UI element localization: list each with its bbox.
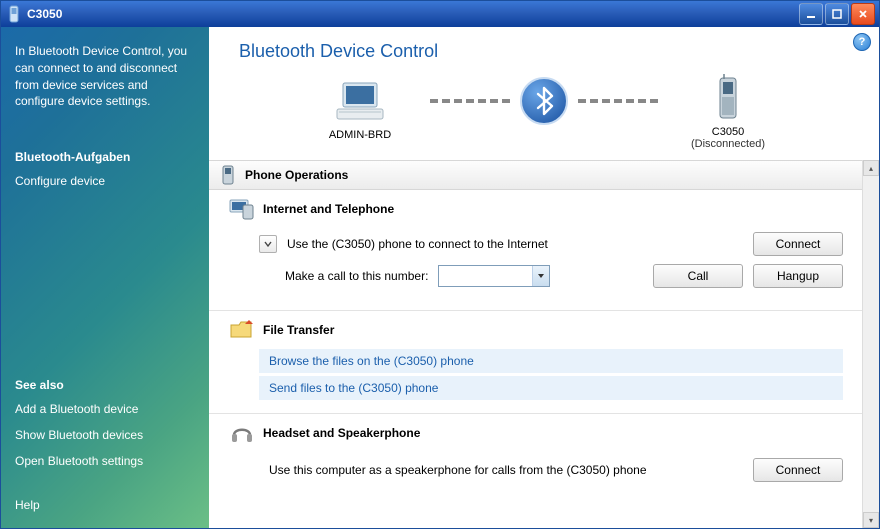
mobile-phone-icon xyxy=(715,72,741,122)
window-controls xyxy=(799,3,875,25)
bluetooth-icon xyxy=(520,77,568,125)
open-bluetooth-settings-link[interactable]: Open Bluetooth settings xyxy=(15,454,195,468)
phone-device: C3050 (Disconnected) xyxy=(668,72,788,150)
computer-device: ADMIN-BRD xyxy=(300,81,420,141)
connect-internet-button[interactable]: Connect xyxy=(753,232,843,256)
computer-icon xyxy=(333,81,387,125)
use-phone-internet-text: Use the (C3050) phone to connect to the … xyxy=(287,237,548,251)
sidebar-description: In Bluetooth Device Control, you can con… xyxy=(15,43,195,110)
computer-phone-icon xyxy=(229,196,255,222)
phone-operations-title: Phone Operations xyxy=(245,168,348,182)
sidebar: In Bluetooth Device Control, you can con… xyxy=(1,27,209,528)
app-window: C3050 In Bluetooth Device Control, you c… xyxy=(0,0,880,529)
close-button[interactable] xyxy=(851,3,875,25)
computer-label: ADMIN-BRD xyxy=(329,129,391,141)
connection-line-right xyxy=(578,99,658,103)
main-content: ? Bluetooth Device Control ADMIN-BRD xyxy=(209,27,879,528)
help-icon[interactable]: ? xyxy=(853,33,871,51)
headset-section: Headset and Speakerphone Use this comput… xyxy=(209,413,863,494)
phone-operations-header: Phone Operations xyxy=(209,160,863,190)
show-bluetooth-devices-link[interactable]: Show Bluetooth devices xyxy=(15,428,195,442)
headset-title: Headset and Speakerphone xyxy=(263,426,420,440)
device-status: (Disconnected) xyxy=(691,138,765,150)
phone-icon xyxy=(7,4,21,24)
send-files-link[interactable]: Send files to the (C3050) phone xyxy=(259,376,843,400)
headset-icon xyxy=(229,420,255,446)
internet-telephone-title: Internet and Telephone xyxy=(263,202,394,216)
phone-number-combo[interactable] xyxy=(438,265,550,287)
seealso-heading: See also xyxy=(15,378,195,392)
titlebar: C3050 xyxy=(1,1,879,27)
scroll-down-arrow[interactable]: ▾ xyxy=(863,512,879,528)
connection-diagram: ADMIN-BRD C3050 ( xyxy=(209,68,879,160)
folder-transfer-icon xyxy=(229,317,255,343)
page-title: Bluetooth Device Control xyxy=(209,27,879,68)
device-label: C3050 xyxy=(712,126,744,138)
configure-device-link[interactable]: Configure device xyxy=(15,174,195,188)
expand-internet-button[interactable] xyxy=(259,235,277,253)
make-call-label: Make a call to this number: xyxy=(285,269,428,283)
connect-headset-button[interactable]: Connect xyxy=(753,458,843,482)
tasks-heading: Bluetooth-Aufgaben xyxy=(15,150,195,164)
maximize-button[interactable] xyxy=(825,3,849,25)
internet-telephone-section: Internet and Telephone Use the (C3050) p… xyxy=(209,190,863,310)
window-title: C3050 xyxy=(27,7,799,21)
hangup-button[interactable]: Hangup xyxy=(753,264,843,288)
connection-line-left xyxy=(430,99,510,103)
vertical-scrollbar[interactable]: ▴ ▾ xyxy=(862,160,879,528)
phone-small-icon xyxy=(219,165,237,185)
chevron-down-icon[interactable] xyxy=(532,266,549,286)
scroll-up-arrow[interactable]: ▴ xyxy=(863,160,879,176)
sections-scroll-area: Phone Operations I xyxy=(209,160,879,528)
call-button[interactable]: Call xyxy=(653,264,743,288)
help-link[interactable]: Help xyxy=(15,498,195,512)
file-transfer-section: File Transfer Browse the files on the (C… xyxy=(209,310,863,413)
browse-files-link[interactable]: Browse the files on the (C3050) phone xyxy=(259,349,843,373)
minimize-button[interactable] xyxy=(799,3,823,25)
add-bluetooth-device-link[interactable]: Add a Bluetooth device xyxy=(15,402,195,416)
speakerphone-text: Use this computer as a speakerphone for … xyxy=(269,463,647,477)
file-transfer-title: File Transfer xyxy=(263,323,334,337)
